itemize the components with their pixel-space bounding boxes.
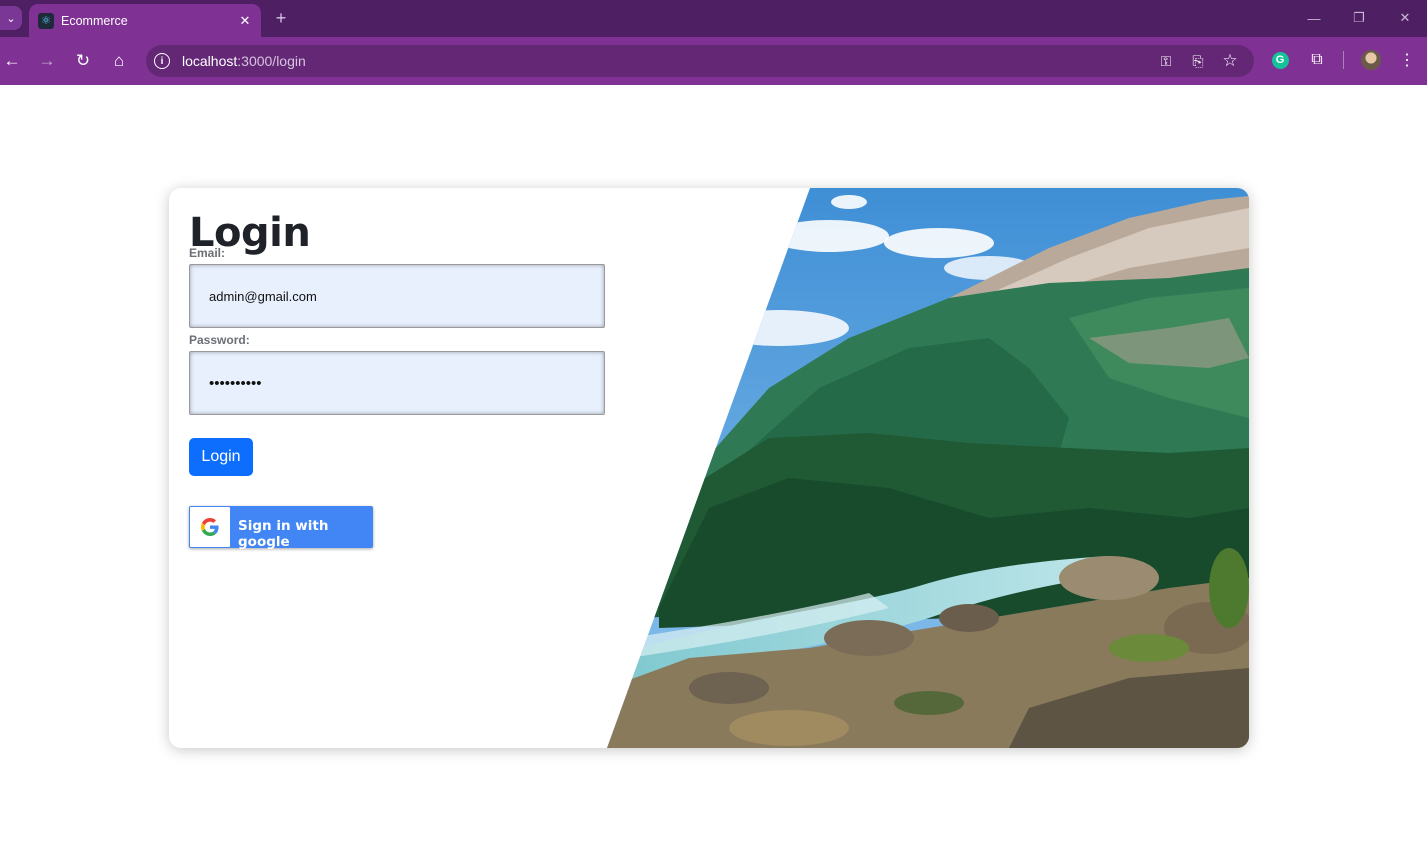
google-g-icon xyxy=(190,507,230,547)
plus-icon[interactable]: + xyxy=(271,8,291,28)
tab-strip: ⌄ ⚛ Ecommerce ✕ + — ❐ ✕ xyxy=(0,0,1427,37)
url-path: :3000/login xyxy=(237,53,306,69)
react-favicon-icon: ⚛ xyxy=(38,12,54,29)
google-signin-label: Sign in with google xyxy=(238,518,329,550)
back-icon[interactable]: ← xyxy=(0,49,24,73)
google-signin-button[interactable]: Sign in with google xyxy=(189,506,373,550)
password-label: Password: xyxy=(189,333,250,347)
tab-title: Ecommerce xyxy=(61,13,128,28)
tab-search-icon[interactable]: ⌄ xyxy=(0,6,22,30)
close-icon[interactable]: ✕ xyxy=(235,11,255,31)
bookmark-star-icon[interactable]: ☆ xyxy=(1220,51,1240,71)
menu-icon[interactable]: ⋮ xyxy=(1396,49,1418,71)
grammarly-icon[interactable]: G xyxy=(1269,49,1291,71)
reload-icon[interactable]: ↻ xyxy=(71,49,95,73)
install-app-icon[interactable]: ⎘ xyxy=(1188,51,1208,71)
url-host: localhost xyxy=(182,53,238,69)
site-info-icon[interactable]: i xyxy=(154,53,170,69)
toolbar-divider xyxy=(1343,51,1344,69)
login-button[interactable]: Login xyxy=(189,438,253,476)
address-bar[interactable]: i localhost:3000/login ⚿ ⎘ ☆ xyxy=(146,45,1254,77)
home-icon[interactable]: ⌂ xyxy=(107,49,131,73)
minimize-icon[interactable]: — xyxy=(1302,7,1326,29)
profile-avatar[interactable] xyxy=(1360,49,1382,71)
extensions-icon[interactable]: ⧉ xyxy=(1306,49,1328,71)
email-value: admin@gmail.com xyxy=(209,288,317,304)
password-value: •••••••••• xyxy=(209,374,262,392)
email-label: Email: xyxy=(189,246,226,260)
password-field[interactable]: •••••••••• xyxy=(189,351,605,415)
password-key-icon[interactable]: ⚿ xyxy=(1156,51,1176,71)
tab-ecommerce[interactable]: ⚛ Ecommerce ✕ xyxy=(29,4,261,37)
forward-icon[interactable]: → xyxy=(35,49,59,73)
browser-toolbar: ← → ↻ ⌂ i localhost:3000/login ⚿ ⎘ ☆ G ⧉… xyxy=(0,37,1427,85)
restore-icon[interactable]: ❐ xyxy=(1347,7,1371,29)
email-field[interactable]: admin@gmail.com xyxy=(189,264,605,328)
window-close-icon[interactable]: ✕ xyxy=(1393,7,1417,29)
url-text[interactable]: localhost:3000/login xyxy=(182,53,306,69)
login-card: Login Email: admin@gmail.com Password: •… xyxy=(169,188,1249,748)
